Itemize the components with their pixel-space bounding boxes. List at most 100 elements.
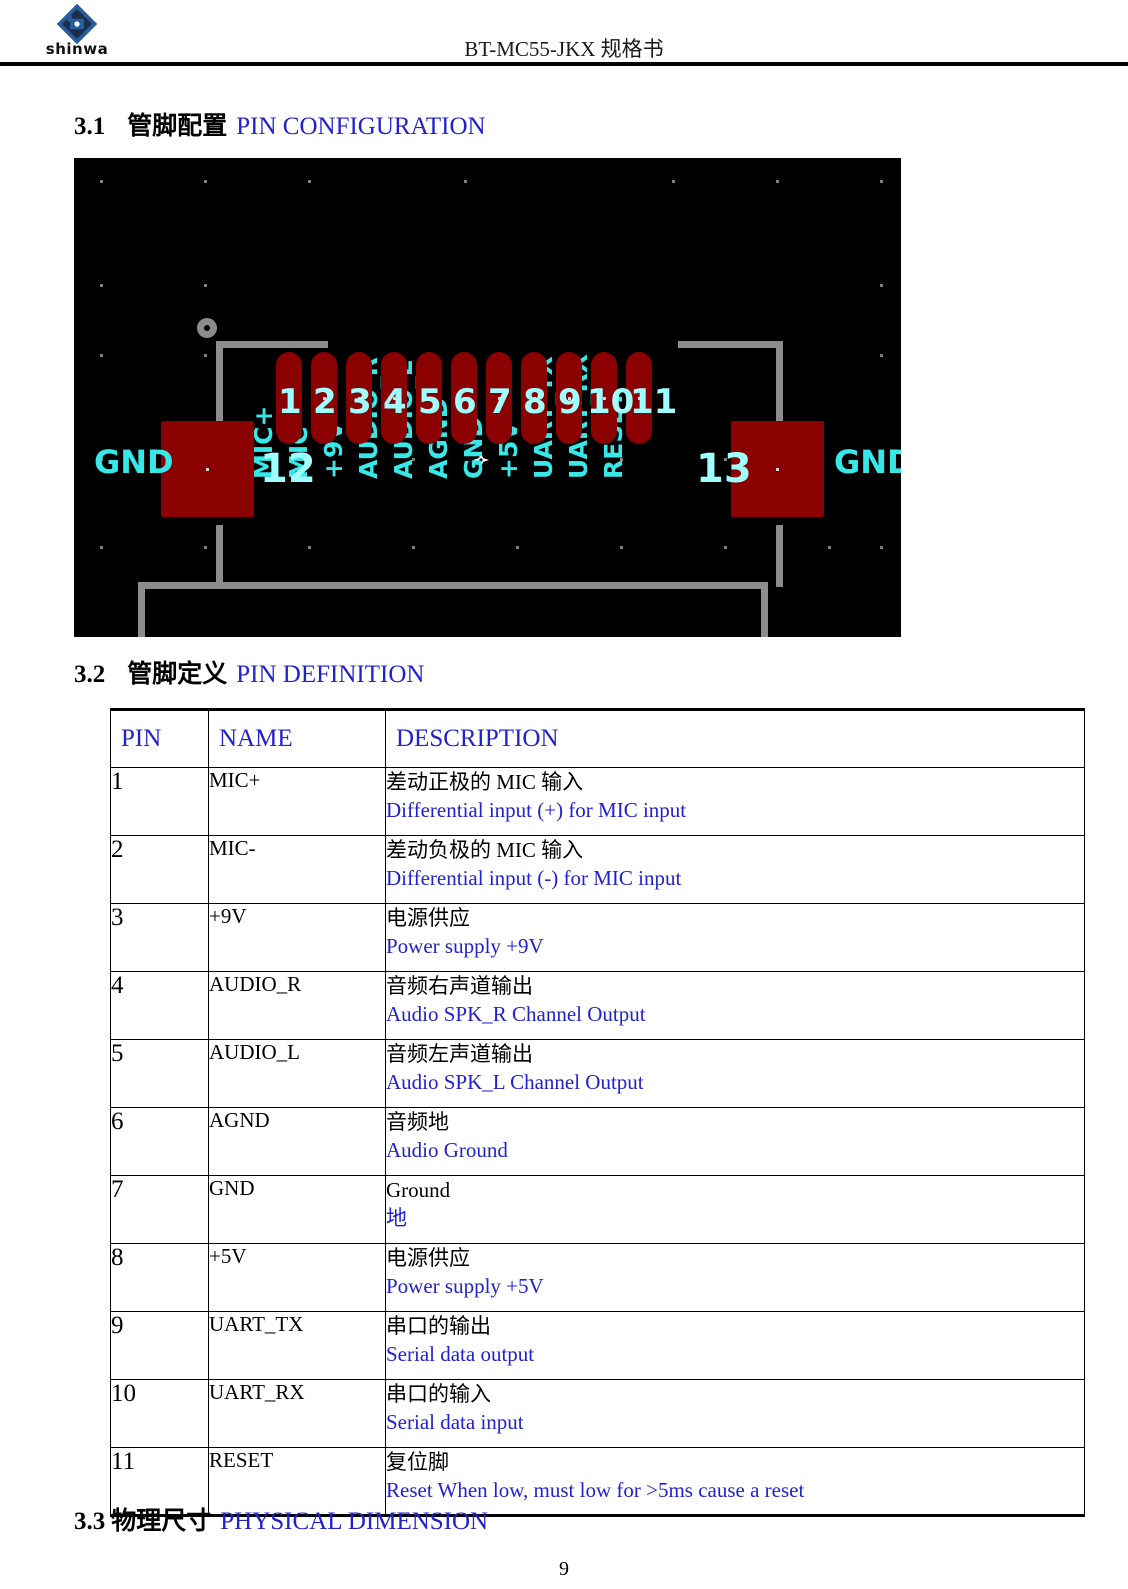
pcb-grid-dot (308, 180, 311, 183)
cell-description: 差动负极的 MIC 输入 Differential input (-) for … (385, 835, 1085, 904)
cell-name: AUDIO_L (208, 1039, 386, 1108)
pcb-grid-dot (100, 546, 103, 549)
section-heading-3-3: 3.3 物理尺寸 PHYSICAL DIMENSION (74, 1501, 488, 1537)
table-row: 1 MIC+ 差动正极的 MIC 输入 Differential input (… (110, 767, 1085, 836)
pin-configuration-figure: MIC+ MIC- +9V AUDIO_R AUDIO_L AGND GND +… (74, 158, 901, 637)
description-line-secondary: 地 (386, 1206, 407, 1230)
pcb-trace (216, 341, 328, 348)
description-line-primary: 电源供应 (386, 1246, 470, 1270)
pcb-pin-number-4: 4 (383, 382, 407, 422)
section-number-3-2: 3.2 (74, 661, 106, 688)
pcb-pin-number-6: 6 (453, 382, 477, 422)
cell-name: UART_TX (208, 1311, 386, 1380)
cell-description: 复位脚 Reset When low, must low for >5ms ca… (385, 1447, 1085, 1517)
cell-pin: 5 (110, 1039, 209, 1108)
pcb-gnd-label-left: GND (94, 443, 174, 481)
column-header-description: DESCRIPTION (396, 725, 559, 752)
pcb-grid-dot (516, 546, 519, 549)
section-heading-3-1: 3.1 管脚配置 PIN CONFIGURATION (74, 106, 486, 142)
section-title-en-3-1: PIN CONFIGURATION (236, 113, 486, 140)
section-title-en-3-2: PIN DEFINITION (236, 661, 425, 688)
table-row: 5 AUDIO_L 音频左声道输出 Audio SPK_L Channel Ou… (110, 1039, 1085, 1108)
pcb-grid-dot (880, 354, 883, 357)
table-row: 2 MIC- 差动负极的 MIC 输入 Differential input (… (110, 835, 1085, 904)
description-line-primary: Ground (386, 1178, 451, 1202)
document-header-title: BT-MC55-JKX 规格书 (464, 37, 664, 61)
cell-description: 电源供应 Power supply +5V (385, 1243, 1085, 1312)
pcb-gnd-label-right: GND (834, 443, 901, 481)
pcb-mounting-hole-icon (197, 318, 217, 338)
pcb-pin-number-11: 11 (630, 382, 678, 422)
section-number-3-1: 3.1 (74, 113, 106, 140)
pcb-pad-12 (161, 421, 254, 517)
cell-pin: 3 (110, 903, 209, 972)
pcb-pin-number-10: 10 (587, 382, 635, 422)
table-row: 10 UART_RX 串口的输入 Serial data input (110, 1379, 1085, 1448)
column-header-name: NAME (219, 725, 293, 752)
pcb-pin-number-2: 2 (313, 382, 337, 422)
pcb-pin-number-1: 1 (278, 382, 302, 422)
pcb-grid-dot (204, 546, 207, 549)
description-line-primary: 复位脚 (386, 1450, 449, 1474)
description-line-primary: 差动负极的 MIC 输入 (386, 838, 584, 862)
pcb-pad-number-12: 12 (260, 446, 316, 492)
cell-name: MIC- (208, 835, 386, 904)
cell-pin: 4 (110, 971, 209, 1040)
section-title-cn-3-2: 管脚定义 (127, 661, 228, 688)
cell-description: 差动正极的 MIC 输入 Differential input (+) for … (385, 767, 1085, 836)
table-header-cell-description: DESCRIPTION (385, 708, 1085, 768)
cell-name: AGND (208, 1107, 386, 1176)
pcb-grid-dot (100, 180, 103, 183)
page-number: 9 (559, 1558, 569, 1580)
description-line-primary: 电源供应 (386, 906, 470, 930)
cell-pin: 9 (110, 1311, 209, 1380)
pcb-pin-number-7: 7 (488, 382, 512, 422)
cell-pin: 8 (110, 1243, 209, 1312)
page-header: shinwa BT-MC55-JKX 规格书 (0, 0, 1128, 72)
description-line-primary: 串口的输入 (386, 1382, 491, 1406)
cell-description: 音频左声道输出 Audio SPK_L Channel Output (385, 1039, 1085, 1108)
pcb-grid-dot (464, 180, 467, 183)
section-title-cn-3-3: 物理尺寸 (111, 1508, 212, 1535)
cell-description: 音频右声道输出 Audio SPK_R Channel Output (385, 971, 1085, 1040)
cell-description: Ground 地 (385, 1175, 1085, 1244)
pcb-grid-dot (204, 284, 207, 287)
description-line-primary: 音频右声道输出 (386, 974, 533, 998)
cell-name: MIC+ (208, 767, 386, 836)
pcb-pin-number-5: 5 (418, 382, 442, 422)
cell-pin: 6 (110, 1107, 209, 1176)
pcb-pin-number-8: 8 (523, 382, 547, 422)
pcb-grid-dot (308, 546, 311, 549)
pin-definition-table: PIN NAME DESCRIPTION 1 MIC+ 差动正极的 MIC 输入… (110, 708, 1085, 1517)
pcb-trace (776, 525, 783, 587)
column-header-pin: PIN (121, 725, 162, 752)
section-title-en-3-3: PHYSICAL DIMENSION (220, 1508, 489, 1535)
description-line-secondary: Audio SPK_L Channel Output (386, 1070, 644, 1094)
table-row: 8 +5V 电源供应 Power supply +5V (110, 1243, 1085, 1312)
cell-name: +9V (208, 903, 386, 972)
description-line-secondary: Reset When low, must low for >5ms cause … (386, 1478, 805, 1502)
cell-description: 电源供应 Power supply +9V (385, 903, 1085, 972)
table-row: 3 +9V 电源供应 Power supply +9V (110, 903, 1085, 972)
pcb-board-outline (138, 582, 768, 637)
pcb-trace (678, 341, 783, 348)
cell-pin: 7 (110, 1175, 209, 1244)
pcb-pin-number-9: 9 (558, 382, 582, 422)
pcb-trace (216, 525, 223, 587)
cell-pin: 2 (110, 835, 209, 904)
description-line-primary: 串口的输出 (386, 1314, 491, 1338)
table-row: 6 AGND 音频地 Audio Ground (110, 1107, 1085, 1176)
cell-name: GND (208, 1175, 386, 1244)
pcb-grid-dot (880, 180, 883, 183)
cell-name: +5V (208, 1243, 386, 1312)
table-header-cell-pin: PIN (110, 708, 209, 768)
section-number-3-3: 3.3 (74, 1508, 106, 1535)
cell-description: 串口的输入 Serial data input (385, 1379, 1085, 1448)
pcb-grid-dot (100, 284, 103, 287)
section-heading-3-2: 3.2 管脚定义 PIN DEFINITION (74, 654, 424, 690)
description-line-secondary: Audio SPK_R Channel Output (386, 1002, 646, 1026)
pcb-grid-dot (204, 180, 207, 183)
pcb-grid-dot (880, 546, 883, 549)
table-row: 9 UART_TX 串口的输出 Serial data output (110, 1311, 1085, 1380)
pcb-pad-number-13: 13 (696, 446, 752, 492)
